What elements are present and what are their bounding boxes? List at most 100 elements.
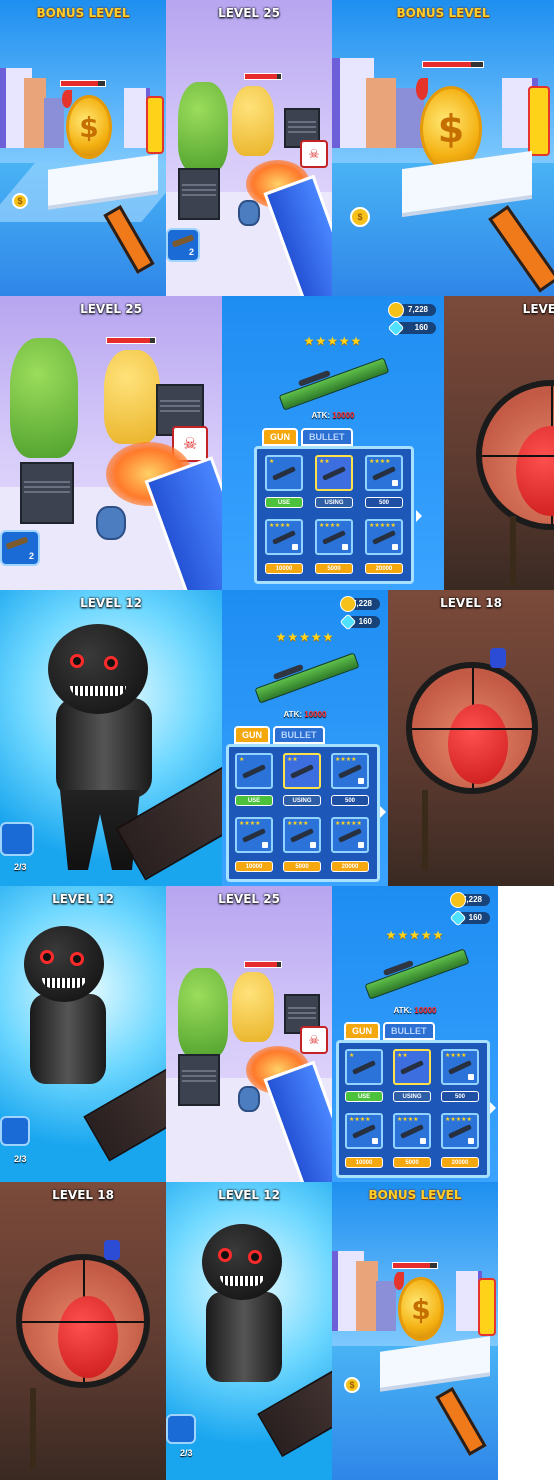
red-bird-monster[interactable] xyxy=(58,1296,118,1378)
black-stickman-head[interactable] xyxy=(24,926,104,1002)
tab-bullet[interactable]: BULLET xyxy=(301,428,353,446)
tab-gun[interactable]: GUN xyxy=(344,1022,380,1040)
coin-price-button[interactable]: 20000 xyxy=(331,861,369,872)
coin-balance: 7,228 xyxy=(388,302,436,318)
coin-price-button[interactable]: 10000 xyxy=(265,563,303,574)
red-bird-monster[interactable] xyxy=(448,704,508,784)
next-page-arrow-icon[interactable] xyxy=(380,806,386,818)
level-title: LEVEL 25 xyxy=(218,6,280,20)
using-button[interactable]: USING xyxy=(393,1091,431,1102)
weapon-slot[interactable]: ★★★★ xyxy=(345,1113,383,1149)
atk-label: ATK: xyxy=(393,1006,413,1015)
weapon-slot-selected[interactable]: ★★ xyxy=(393,1049,431,1085)
level-title: BONUS LEVEL xyxy=(396,6,490,20)
tab-gun[interactable]: GUN xyxy=(262,428,298,446)
coin-price-button[interactable]: 20000 xyxy=(365,563,403,574)
level-12-tile-3: 2/3 LEVEL 12 xyxy=(166,1182,332,1480)
weapon-slot[interactable]: ★★★★★ xyxy=(331,817,369,853)
coin-pickup-icon[interactable]: $ xyxy=(344,1377,360,1393)
yellow-cat-monster[interactable] xyxy=(232,86,274,156)
weapon-grid-panel: ★ ★★ ★★★★ USE USING 500 ★★★★ ★★★★ ★★★★★ … xyxy=(336,1040,490,1178)
rocket-ammo-button[interactable] xyxy=(0,1116,30,1146)
weapon-slot-selected[interactable]: ★★ xyxy=(315,455,353,491)
ammo-slot-button[interactable]: 2 xyxy=(0,530,40,566)
tab-gun[interactable]: GUN xyxy=(234,726,270,744)
level-12-tile-1: 2/3 LEVEL 12 xyxy=(0,590,222,886)
weapon-slot[interactable]: ★★★★ xyxy=(235,817,273,853)
weapon-slot[interactable]: ★★★★★ xyxy=(441,1113,479,1149)
next-page-arrow-icon[interactable] xyxy=(490,1102,496,1114)
coin-price-button[interactable]: 10000 xyxy=(345,1157,383,1168)
next-page-arrow-icon[interactable] xyxy=(416,510,422,522)
dollar-coin-enemy[interactable]: $ xyxy=(398,1277,444,1341)
weapon-slot[interactable]: ★ xyxy=(235,753,273,789)
gem-price-button[interactable]: 500 xyxy=(365,497,403,508)
lock-icon xyxy=(468,1074,474,1080)
weapon-grid-panel: ★ ★★ ★★★★ USE USING 500 ★★★★ ★★★★ ★★★★★ … xyxy=(226,744,380,882)
green-dragon-monster[interactable] xyxy=(178,82,228,172)
dollar-coin-enemy[interactable]: $ xyxy=(66,95,112,159)
weapon-slot[interactable]: ★★★★ xyxy=(331,753,369,789)
rocket-count: 2/3 xyxy=(14,862,27,872)
tab-bullet[interactable]: BULLET xyxy=(273,726,325,744)
weapon-slot[interactable]: ★★★★ xyxy=(265,519,303,555)
sniper-scope xyxy=(406,662,538,794)
ammo-count: 2 xyxy=(188,247,194,257)
red-horn-icon xyxy=(62,90,72,108)
bonus-level-city-tile-1: $ $ BONUS LEVEL xyxy=(0,0,166,296)
weapon-slot[interactable]: ★★★★ xyxy=(441,1049,479,1085)
weapon-slot[interactable]: ★★★★ xyxy=(283,817,321,853)
weapon-slot[interactable]: ★ xyxy=(345,1049,383,1085)
atk-value: 10000 xyxy=(304,710,327,719)
attack-stat: ATK: 10000 xyxy=(222,411,444,420)
weapon-slot[interactable]: ★★★★★ xyxy=(365,519,403,555)
use-button[interactable]: USE xyxy=(235,795,273,806)
coin-icon xyxy=(340,596,356,612)
red-horn-icon xyxy=(394,1272,404,1290)
coin-symbol: $ xyxy=(411,1292,431,1326)
building xyxy=(376,1281,396,1331)
building xyxy=(366,78,396,148)
yellow-cat-monster[interactable] xyxy=(104,350,160,444)
gem-price-button[interactable]: 500 xyxy=(331,795,369,806)
weapon-slot[interactable]: ★★★★ xyxy=(315,519,353,555)
skull-crate-icon: ☠ xyxy=(300,1026,328,1054)
coin-price-button[interactable]: 10000 xyxy=(235,861,273,872)
yellow-card-creature xyxy=(146,96,164,154)
gem-price-button[interactable]: 500 xyxy=(441,1091,479,1102)
tab-bullet[interactable]: BULLET xyxy=(383,1022,435,1040)
coin-pickup-icon[interactable]: $ xyxy=(350,207,370,227)
rocket-ammo-button[interactable] xyxy=(0,822,34,856)
weapon-slot[interactable]: ★ xyxy=(265,455,303,491)
black-stickman-head[interactable] xyxy=(48,624,148,714)
green-dragon-monster[interactable] xyxy=(10,338,78,458)
weapon-slot-selected[interactable]: ★★ xyxy=(283,753,321,789)
red-eye xyxy=(40,950,54,964)
coin-pickup-icon[interactable]: $ xyxy=(12,193,28,209)
use-button[interactable]: USE xyxy=(345,1091,383,1102)
metal-crate xyxy=(178,1054,220,1106)
level-title: LEVE xyxy=(522,302,554,316)
ammo-slot-button[interactable]: 2 xyxy=(166,228,200,262)
weapon-slot[interactable]: ★★★★ xyxy=(393,1113,431,1149)
level-title: BONUS LEVEL xyxy=(368,1188,462,1202)
coin-price-button[interactable]: 5000 xyxy=(393,1157,431,1168)
weapon-slot[interactable]: ★★★★ xyxy=(365,455,403,491)
green-dragon-monster[interactable] xyxy=(178,968,228,1058)
red-bird-monster[interactable] xyxy=(516,426,554,516)
coin-price-button[interactable]: 5000 xyxy=(315,563,353,574)
coin-price-button[interactable]: 5000 xyxy=(283,861,321,872)
black-stickman-head[interactable] xyxy=(202,1224,282,1300)
yellow-cat-monster[interactable] xyxy=(232,972,274,1042)
blue-barrel xyxy=(238,1086,260,1112)
rocket-ammo-button[interactable] xyxy=(166,1414,196,1444)
blue-hat xyxy=(490,648,506,668)
gem-balance: 160 xyxy=(339,613,380,631)
gem-amount: 160 xyxy=(358,617,372,626)
enemy-health-bar xyxy=(106,337,156,344)
using-button[interactable]: USING xyxy=(283,795,321,806)
using-button[interactable]: USING xyxy=(315,497,353,508)
coin-price-button[interactable]: 20000 xyxy=(441,1157,479,1168)
use-button[interactable]: USE xyxy=(265,497,303,508)
teeth-mouth xyxy=(220,1276,264,1286)
